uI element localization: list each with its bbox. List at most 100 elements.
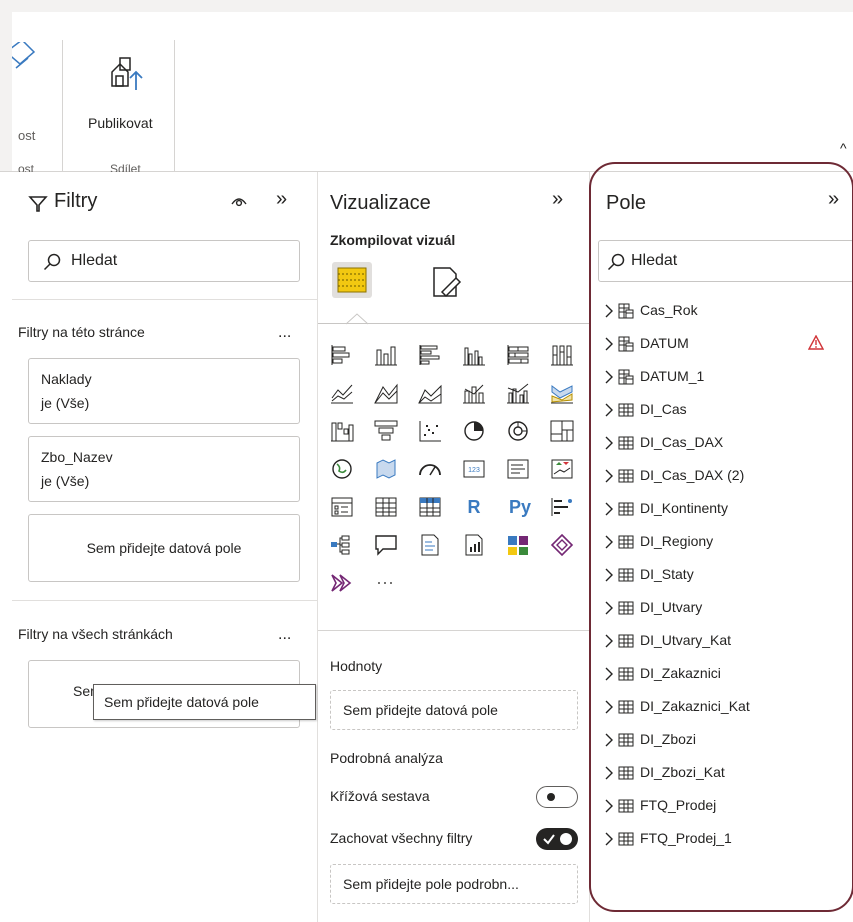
get-more-visuals-icon[interactable] xyxy=(330,572,354,594)
collapse-visualizations-button[interactable]: » xyxy=(552,188,563,211)
chevron-right-icon[interactable] xyxy=(604,799,614,813)
table-row[interactable]: DI_Utvary_Kat xyxy=(604,630,844,660)
100-stacked-bar-chart-icon[interactable] xyxy=(506,344,530,366)
chevron-right-icon[interactable] xyxy=(604,601,614,615)
collapse-fields-button[interactable]: » xyxy=(828,188,839,211)
more-options-button[interactable]: ... xyxy=(278,626,291,644)
python-visual-icon[interactable]: Py xyxy=(506,496,534,518)
filled-map-icon[interactable] xyxy=(374,458,398,480)
chevron-right-icon[interactable] xyxy=(604,304,614,318)
100-stacked-column-chart-icon[interactable] xyxy=(550,344,574,366)
card-icon[interactable]: 123 xyxy=(462,458,486,480)
table-row[interactable]: DI_Regiony xyxy=(604,531,844,561)
collapse-filters-button[interactable]: » xyxy=(276,188,287,211)
table-row[interactable]: DI_Kontinenty xyxy=(604,498,844,528)
publish-button[interactable]: Publikovat xyxy=(88,115,153,131)
collapse-ribbon-button[interactable]: ^ xyxy=(840,140,847,156)
power-automate-icon[interactable] xyxy=(550,533,574,557)
table-row[interactable]: DI_Zakaznici_Kat xyxy=(604,696,844,726)
stacked-bar-chart-icon[interactable] xyxy=(330,344,354,366)
previous-command-icon[interactable] xyxy=(12,42,42,90)
map-icon[interactable] xyxy=(330,458,354,480)
gauge-icon[interactable] xyxy=(418,458,442,480)
table-row[interactable]: Cas_Rok xyxy=(604,300,844,330)
table-visual-icon[interactable] xyxy=(374,496,398,518)
smart-narrative-icon[interactable] xyxy=(418,534,442,556)
clustered-column-chart-icon[interactable] xyxy=(462,344,486,366)
funnel-chart-icon[interactable] xyxy=(374,420,398,442)
line-stacked-column-chart-icon[interactable] xyxy=(462,382,486,404)
key-influencers-icon[interactable] xyxy=(550,496,574,518)
chevron-right-icon[interactable] xyxy=(604,502,614,516)
table-row[interactable]: DI_Zakaznici xyxy=(604,663,844,693)
filter-card-naklady[interactable]: Naklady je (Vše) xyxy=(28,358,300,424)
pie-chart-icon[interactable] xyxy=(462,420,486,442)
clustered-bar-chart-icon[interactable] xyxy=(418,344,442,366)
table-name: DI_Kontinenty xyxy=(640,500,728,516)
add-data-fields-page-drop[interactable]: Sem přidejte datová pole xyxy=(28,514,300,582)
table-row[interactable]: DI_Zbozi_Kat xyxy=(604,762,844,792)
ribbon-chart-icon[interactable] xyxy=(550,382,574,404)
matrix-icon[interactable] xyxy=(418,496,442,518)
drill-through-drop-field[interactable]: Sem přidejte pole podrobn... xyxy=(330,864,578,904)
scatter-chart-icon[interactable] xyxy=(418,420,442,442)
previous-command-label[interactable]: ost xyxy=(18,128,35,143)
filters-search-input[interactable]: Hledat xyxy=(28,240,300,282)
publish-icon[interactable] xyxy=(108,56,148,96)
slicer-icon[interactable] xyxy=(330,496,354,518)
treemap-icon[interactable] xyxy=(550,420,574,442)
chevron-right-icon[interactable] xyxy=(604,535,614,549)
chevron-right-icon[interactable] xyxy=(604,733,614,747)
more-visuals-button[interactable]: ··· xyxy=(376,572,394,593)
fields-search-input[interactable]: Hledat xyxy=(598,240,853,282)
stacked-area-chart-icon[interactable] xyxy=(418,382,442,404)
chevron-right-icon[interactable] xyxy=(604,469,614,483)
chevron-right-icon[interactable] xyxy=(604,634,614,648)
paginated-report-icon[interactable] xyxy=(462,534,486,556)
donut-chart-icon[interactable] xyxy=(506,420,530,442)
table-row[interactable]: DI_Zbozi xyxy=(604,729,844,759)
chevron-right-icon[interactable] xyxy=(604,568,614,582)
table-row[interactable]: DI_Cas xyxy=(604,399,844,429)
format-visual-tab[interactable] xyxy=(428,264,464,300)
table-row[interactable]: DATUM xyxy=(604,333,844,363)
filter-card-zbo-nazev[interactable]: Zbo_Nazev je (Vše) xyxy=(28,436,300,502)
table-row[interactable]: FTQ_Prodej_1 xyxy=(604,828,844,858)
table-row[interactable]: DI_Cas_DAX (2) xyxy=(604,465,844,495)
line-chart-icon[interactable] xyxy=(330,382,354,404)
decomposition-tree-icon[interactable] xyxy=(330,534,354,556)
multi-row-card-icon[interactable] xyxy=(506,458,530,480)
chevron-right-icon[interactable] xyxy=(604,403,614,417)
waterfall-chart-icon[interactable] xyxy=(330,420,354,442)
cross-report-toggle[interactable] xyxy=(536,786,578,808)
table-row[interactable]: DI_Utvary xyxy=(604,597,844,627)
chevron-right-icon[interactable] xyxy=(604,700,614,714)
more-options-button[interactable]: ... xyxy=(278,324,291,342)
build-visual-tab[interactable] xyxy=(332,262,372,298)
kpi-icon[interactable] xyxy=(550,458,574,480)
table-row[interactable]: DI_Cas_DAX xyxy=(604,432,844,462)
table-row[interactable]: FTQ_Prodej xyxy=(604,795,844,825)
table-row[interactable]: DATUM_1 xyxy=(604,366,844,396)
table-name: DATUM_1 xyxy=(640,368,705,384)
power-apps-icon[interactable] xyxy=(506,534,530,556)
visualizations-title: Vizualizace xyxy=(330,192,431,214)
chevron-right-icon[interactable] xyxy=(604,766,614,780)
chevron-right-icon[interactable] xyxy=(604,832,614,846)
line-clustered-column-chart-icon[interactable] xyxy=(506,382,530,404)
values-drop-field[interactable]: Sem přidejte datová pole xyxy=(330,690,578,730)
chevron-right-icon[interactable] xyxy=(604,436,614,450)
qna-icon[interactable] xyxy=(374,534,398,556)
keep-all-filters-toggle[interactable] xyxy=(536,828,578,850)
area-chart-icon[interactable] xyxy=(374,382,398,404)
fields-title: Pole xyxy=(606,192,647,214)
table-row[interactable]: DI_Staty xyxy=(604,564,844,594)
r-visual-icon[interactable]: R xyxy=(462,496,486,518)
warning-icon[interactable] xyxy=(807,334,825,351)
stacked-column-chart-icon[interactable] xyxy=(374,344,398,366)
chevron-right-icon[interactable] xyxy=(604,337,614,351)
eye-icon[interactable] xyxy=(230,194,248,208)
chevron-right-icon[interactable] xyxy=(604,667,614,681)
chevron-right-icon[interactable] xyxy=(604,370,614,384)
table-name: DI_Zakaznici_Kat xyxy=(640,698,750,714)
